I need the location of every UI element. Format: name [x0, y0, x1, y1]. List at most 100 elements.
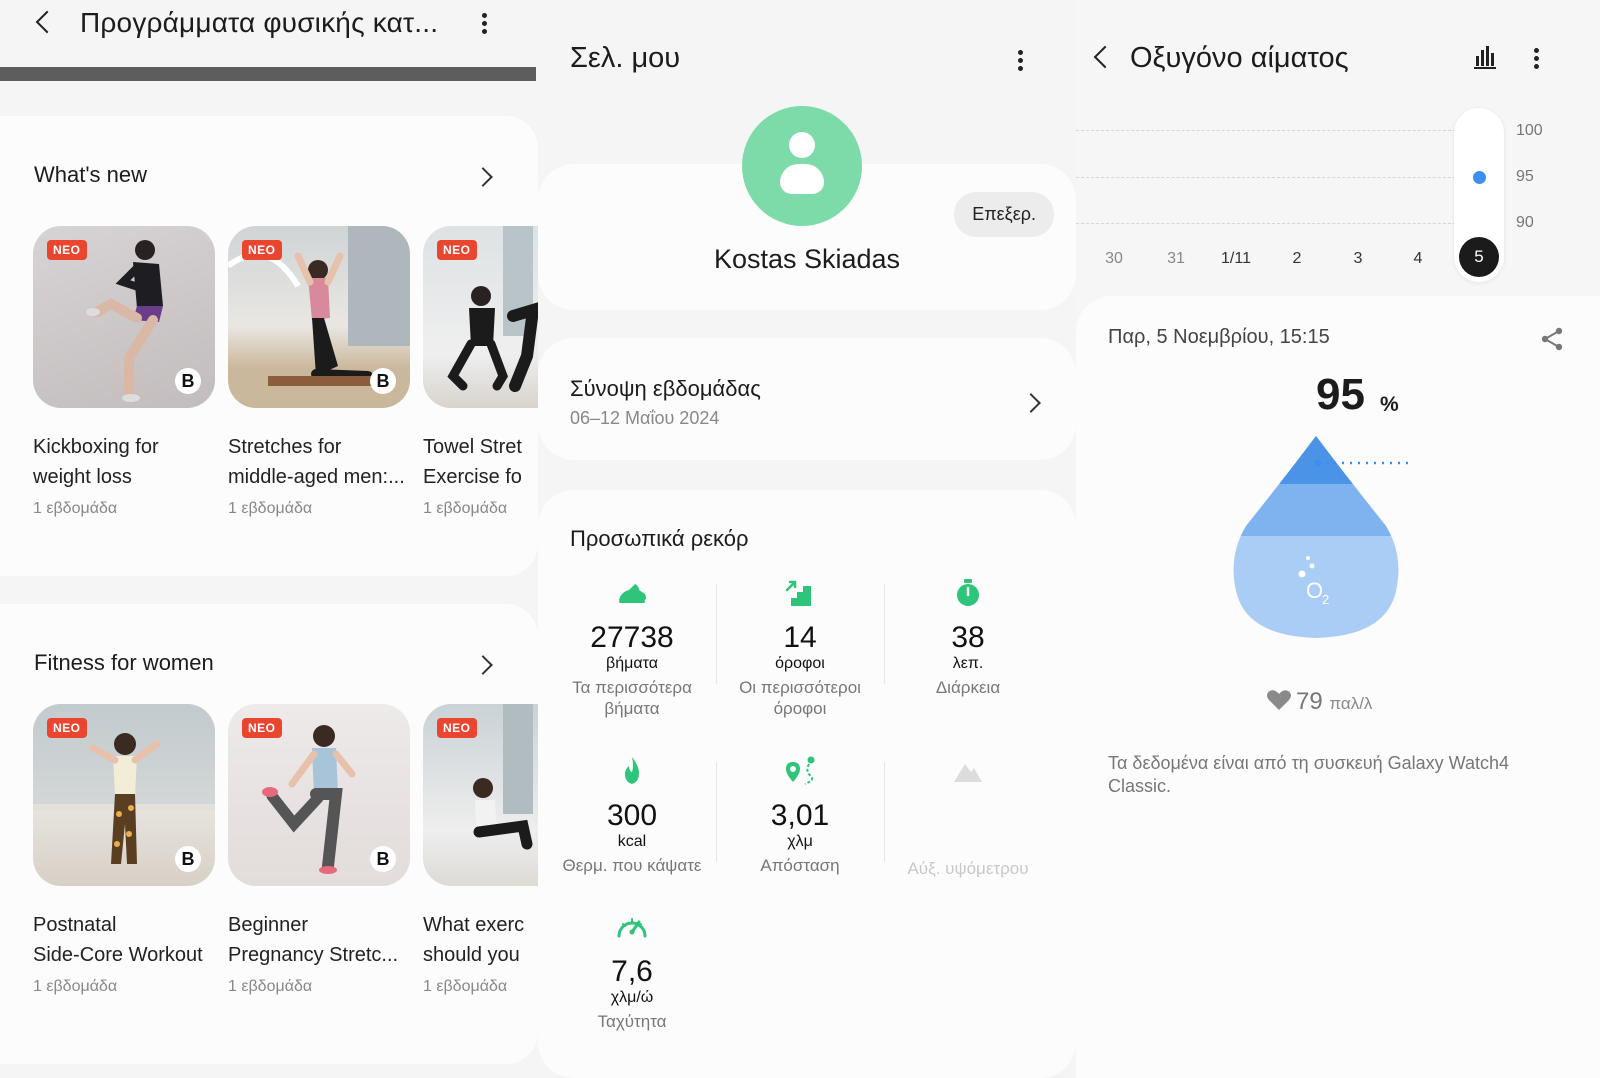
program-title-line: Stretches for — [228, 436, 342, 458]
new-badge: NEO — [47, 240, 87, 260]
records-title: Προσωπικά ρεκόρ — [570, 526, 749, 551]
programs-panel: Προγράμματα φυσικής κατ... What's new NE… — [0, 0, 538, 1078]
new-badge: NEO — [242, 240, 282, 260]
record-steps[interactable]: 27738 βήματα Τα περισσότερα βήματα — [548, 576, 716, 719]
record-label: Θερμ. που κάψατε — [548, 855, 716, 876]
more-options-icon[interactable] — [480, 11, 488, 37]
record-unit: όροφοι — [775, 655, 825, 672]
record-label-line: Αύξ. υψόμετρου — [907, 859, 1029, 878]
record-unit: kcal — [617, 833, 647, 850]
record-value — [884, 799, 1052, 835]
program-thumbnail: NEO B — [33, 226, 215, 408]
provider-logo-icon: B — [370, 368, 396, 394]
page-title: Προγράμματα φυσικής κατ... — [80, 7, 439, 38]
share-icon[interactable] — [1540, 326, 1564, 352]
more-options-icon[interactable] — [1532, 46, 1540, 72]
mountain-icon — [954, 764, 982, 782]
program-title-line: Beginner — [228, 914, 309, 936]
record-value: 3,01 — [770, 799, 830, 832]
program-card-stretches-men[interactable]: NEO B Stretches for middle-aged men:... … — [228, 226, 410, 518]
program-card-pregnancy-stretch[interactable]: NEO B Beginner Pregnancy Stretc... 1 εβδ… — [228, 704, 410, 996]
heart-rate: 79 παλ/λ — [1266, 688, 1372, 716]
program-title-line: should you — [423, 944, 520, 966]
spo2-value: 95 — [1316, 370, 1365, 419]
x-tick-label[interactable]: 4 — [1414, 250, 1423, 268]
program-card-kickboxing[interactable]: NEO B Kickboxing for weight loss 1 εβδομ… — [33, 226, 215, 518]
provider-logo-icon: B — [175, 846, 201, 872]
record-label-line: Ταχύτητα — [597, 1012, 667, 1031]
program-title-line: Side-Core Workout — [33, 944, 203, 966]
program-title: Beginner Pregnancy Stretc... — [228, 910, 410, 970]
x-tick-label[interactable]: 3 — [1354, 250, 1363, 268]
spo2-unit: % — [1380, 393, 1399, 416]
avatar-body-icon — [780, 164, 824, 194]
gridline — [1076, 177, 1476, 178]
o2-subscript: 2 — [1322, 592, 1329, 607]
record-value: 7,6 — [611, 955, 653, 988]
personal-records-card: Προσωπικά ρεκόρ 27738 βήματα Τα περισσότ… — [538, 490, 1076, 1078]
edit-profile-button[interactable]: Επεξερ. — [954, 192, 1054, 237]
record-label-line: Τα περισσότερα — [572, 678, 692, 697]
back-icon[interactable] — [30, 9, 56, 35]
y-tick-label: 100 — [1516, 122, 1543, 139]
program-title-line: weight loss — [33, 466, 132, 488]
gridline — [1076, 130, 1476, 131]
program-title-line: Pregnancy Stretc... — [228, 944, 399, 966]
chevron-right-icon[interactable] — [476, 652, 494, 676]
record-unit: λεπ. — [952, 655, 984, 672]
record-value: 300 — [606, 799, 658, 832]
weekly-summary-range: 06–12 Μαΐου 2024 — [570, 408, 720, 428]
y-tick-label: 90 — [1516, 214, 1534, 231]
selected-day-marker[interactable]: 5 — [1459, 237, 1499, 277]
scroll-indicator-bar — [0, 67, 536, 81]
x-tick-label[interactable]: 1/11 — [1221, 250, 1251, 268]
record-speed[interactable]: 7,6 χλμ/ώ Ταχύτητα — [548, 910, 716, 1032]
page-title: Σελ. μου — [570, 42, 681, 74]
bar-chart-icon[interactable] — [1472, 44, 1498, 70]
o2-label: O — [1306, 578, 1323, 603]
x-tick-label[interactable]: 31 — [1167, 250, 1185, 268]
program-title: Kickboxing for weight loss — [33, 432, 215, 492]
program-title-line: Postnatal — [33, 914, 117, 936]
record-label: Οι περισσότεροι όροφοι — [716, 677, 884, 719]
record-label: Απόσταση — [716, 855, 884, 876]
program-title-line: Kickboxing for — [33, 436, 159, 458]
program-thumbnail: NEO — [423, 226, 538, 408]
more-options-icon[interactable] — [1016, 48, 1024, 74]
new-badge: NEO — [437, 718, 477, 738]
x-tick-label[interactable]: 2 — [1293, 250, 1302, 268]
back-icon[interactable] — [1088, 44, 1114, 70]
section-title: Fitness for women — [34, 650, 214, 675]
program-card-postnatal[interactable]: NEO B Postnatal Side-Core Workout 1 εβδο… — [33, 704, 215, 996]
heart-rate-unit: παλ/λ — [1329, 694, 1373, 713]
oxygen-drop-icon: O 2 — [1233, 436, 1412, 638]
heart-rate-value: 79 — [1296, 688, 1323, 715]
data-point[interactable] — [1473, 171, 1486, 184]
record-label-line: Θερμ. που κάψατε — [562, 856, 702, 875]
measurement-detail-card: Παρ, 5 Νοεμβρίου, 15:15 95 % O 2 79 παλ/… — [1076, 296, 1600, 1078]
chevron-right-icon[interactable] — [476, 164, 494, 188]
record-label-line: όροφοι — [773, 699, 827, 718]
record-elevation-gain[interactable]: Αύξ. υψόμετρου — [884, 754, 1052, 879]
record-label: Διάρκεια — [884, 677, 1052, 698]
record-distance[interactable]: 3,01 χλμ Απόσταση — [716, 754, 884, 876]
program-title: Postnatal Side-Core Workout — [33, 910, 215, 970]
program-duration: 1 εβδομάδα — [228, 500, 313, 517]
program-duration: 1 εβδομάδα — [423, 500, 508, 517]
chevron-right-icon[interactable] — [1024, 390, 1042, 414]
program-card-what-exercise[interactable]: NEO What exerc should you 1 εβδομάδα — [423, 704, 538, 996]
avatar[interactable] — [742, 106, 862, 226]
record-unit — [884, 835, 1052, 854]
program-title-line: Exercise fo — [423, 466, 522, 488]
program-thumbnail: NEO B — [33, 704, 215, 886]
flame-icon — [625, 757, 639, 784]
program-card-towel-stretch[interactable]: NEO Towel Stret Exercise fo 1 εβδομάδα — [423, 226, 538, 518]
record-calories[interactable]: 300 kcal Θερμ. που κάψατε — [548, 754, 716, 876]
record-duration[interactable]: 38 λεπ. Διάρκεια — [884, 576, 1052, 698]
weekly-summary-card[interactable]: Σύνοψη εβδομάδας 06–12 Μαΐου 2024 — [538, 338, 1076, 460]
program-duration: 1 εβδομάδα — [423, 978, 508, 995]
record-label: Ταχύτητα — [548, 1011, 716, 1032]
record-floors[interactable]: 14 όροφοι Οι περισσότεροι όροφοι — [716, 576, 884, 719]
speedometer-icon — [617, 918, 647, 938]
x-tick-label[interactable]: 30 — [1105, 250, 1123, 268]
